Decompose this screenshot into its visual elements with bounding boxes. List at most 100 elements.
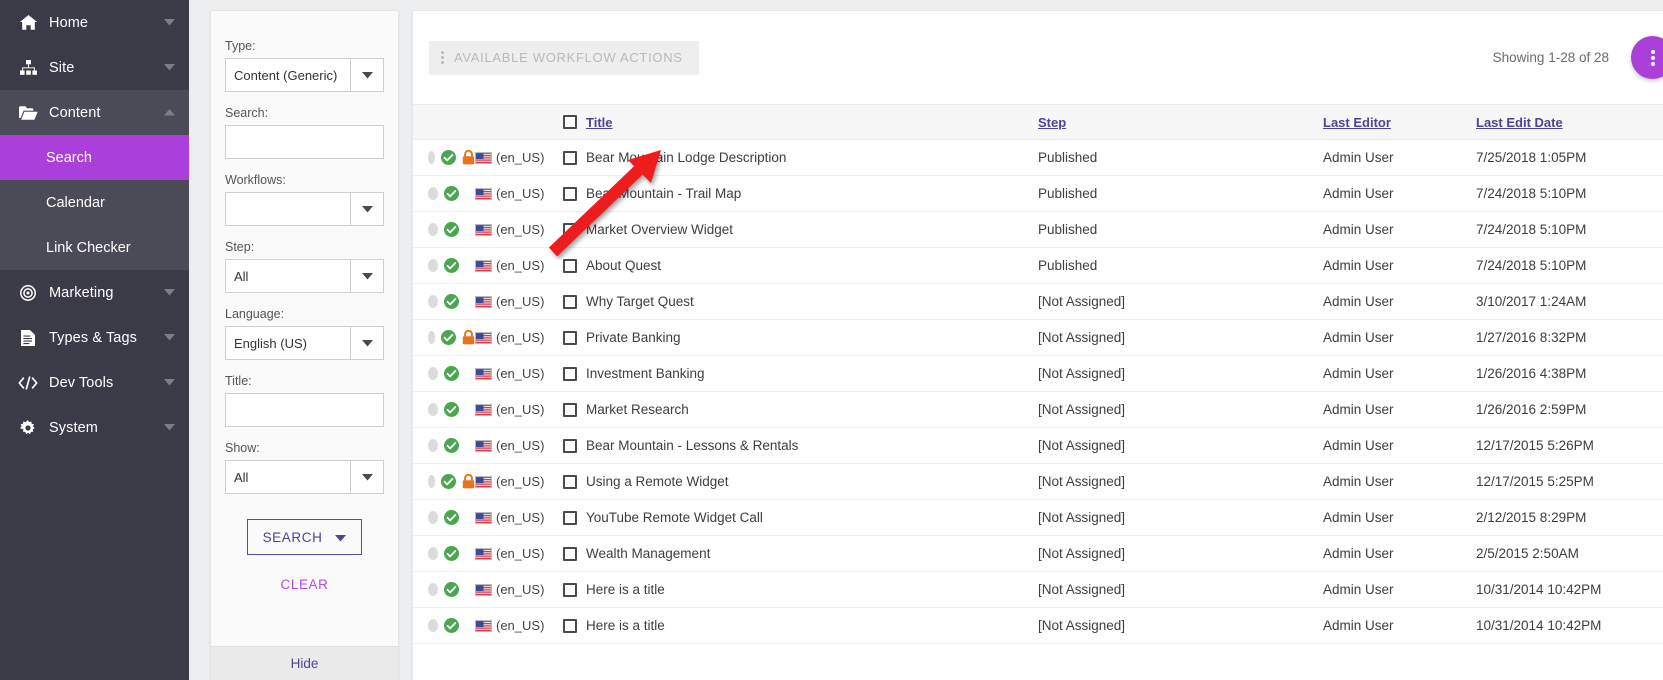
filter-type-select[interactable]: Content (Generic)	[225, 58, 384, 92]
chevron-down-icon[interactable]	[163, 287, 175, 299]
table-row[interactable]: (en_US) Wealth Management [Not Assigned] Ad…	[413, 535, 1663, 572]
row-select-checkbox[interactable]	[563, 150, 577, 165]
row-select-checkbox[interactable]	[563, 438, 577, 453]
row-select-checkbox[interactable]	[563, 402, 577, 417]
row-last-editor: Admin User	[1323, 366, 1394, 381]
row-title[interactable]: Market Overview Widget	[586, 222, 733, 237]
language-code: (en_US)	[496, 582, 545, 597]
row-title[interactable]: About Quest	[586, 258, 661, 273]
chevron-up-icon[interactable]	[163, 107, 175, 119]
table-row[interactable]: (en_US) YouTube Remote Widget Call [Not As…	[413, 499, 1663, 536]
title-input[interactable]	[225, 393, 384, 427]
row-title[interactable]: Bear Mountain - Lessons & Rentals	[586, 438, 798, 453]
chevron-down-icon[interactable]	[350, 461, 383, 493]
table-row[interactable]: (en_US) Here is a title [Not Assigned] Admi…	[413, 571, 1663, 608]
select-all-checkbox[interactable]	[563, 115, 577, 129]
table-row[interactable]: (en_US) Bear Mountain - Trail Map Publishe…	[413, 175, 1663, 212]
chevron-down-icon[interactable]	[163, 332, 175, 344]
row-select-checkbox[interactable]	[563, 582, 577, 597]
chevron-down-icon[interactable]	[163, 17, 175, 29]
chevron-down-icon[interactable]	[163, 62, 175, 74]
sidebar-item-types-tags[interactable]: Types & Tags	[0, 315, 189, 360]
row-select-checkbox[interactable]	[563, 258, 577, 273]
filter-show-select[interactable]: All	[225, 460, 384, 494]
row-select-checkbox[interactable]	[563, 186, 577, 201]
cell-step: [Not Assigned]	[1038, 463, 1323, 500]
filter-language-select[interactable]: English (US)	[225, 326, 384, 360]
row-select-checkbox[interactable]	[563, 330, 577, 345]
table-row[interactable]: (en_US) Private Banking [Not Assigned] Admi…	[413, 319, 1663, 356]
table-row[interactable]: (en_US) About Quest Published Admin User 7/2…	[413, 247, 1663, 284]
row-select-checkbox[interactable]	[563, 366, 577, 381]
row-title[interactable]: Here is a title	[586, 618, 665, 633]
filter-fields: Type: Content (Generic) Search: Workflow…	[211, 11, 398, 646]
table-row[interactable]: (en_US) Why Target Quest [Not Assigned] Adm…	[413, 283, 1663, 320]
clear-button[interactable]: CLEAR	[225, 577, 384, 592]
hide-panel-button[interactable]: Hide	[211, 646, 398, 680]
draft-status-dot	[428, 511, 438, 524]
row-select-checkbox[interactable]	[563, 222, 577, 237]
cell-status	[413, 211, 475, 248]
sort-last-edit-date-link[interactable]: Last Edit Date	[1476, 115, 1563, 130]
chevron-down-icon[interactable]	[350, 327, 383, 359]
row-title[interactable]: Why Target Quest	[586, 294, 694, 309]
row-last-edit-date: 12/17/2015 5:26PM	[1476, 438, 1594, 453]
table-row[interactable]: (en_US) Bear Mountain - Lessons & Rentals…	[413, 427, 1663, 464]
sidebar-item-marketing[interactable]: Marketing	[0, 270, 189, 315]
filter-step-select[interactable]: All	[225, 259, 384, 293]
chevron-down-icon[interactable]	[163, 377, 175, 389]
table-row[interactable]: (en_US) Investment Banking [Not Assigned] A…	[413, 355, 1663, 392]
filter-workflows-select[interactable]	[225, 192, 384, 226]
cell-last-editor: Admin User	[1323, 463, 1476, 500]
cell-status	[413, 427, 475, 464]
row-title[interactable]: Bear Mountain Lodge Description	[586, 150, 786, 165]
sidebar-item-search[interactable]: Search	[0, 135, 189, 180]
chevron-down-icon[interactable]	[350, 260, 383, 292]
draft-status-dot	[428, 151, 435, 164]
row-select-checkbox[interactable]	[563, 546, 577, 561]
sidebar-item-dev-tools[interactable]: Dev Tools	[0, 360, 189, 405]
available-workflow-actions-button[interactable]: AVAILABLE WORKFLOW ACTIONS	[429, 40, 699, 75]
cell-step: [Not Assigned]	[1038, 499, 1323, 536]
row-select-checkbox[interactable]	[563, 618, 577, 633]
language-code: (en_US)	[496, 438, 545, 453]
chevron-down-icon[interactable]	[335, 530, 347, 545]
search-input[interactable]	[225, 125, 384, 159]
cell-language: (en_US)	[475, 319, 563, 356]
row-title[interactable]: Investment Banking	[586, 366, 705, 381]
row-title[interactable]: Private Banking	[586, 330, 681, 345]
sidebar-item-calendar[interactable]: Calendar	[0, 180, 189, 225]
cell-status	[413, 175, 475, 212]
sort-step-link[interactable]: Step	[1038, 115, 1066, 130]
row-select-checkbox[interactable]	[563, 510, 577, 525]
sort-last-editor-link[interactable]: Last Editor	[1323, 115, 1391, 130]
chevron-down-icon[interactable]	[350, 59, 383, 91]
row-title[interactable]: Wealth Management	[586, 546, 710, 561]
row-last-editor: Admin User	[1323, 294, 1394, 309]
chevron-down-icon[interactable]	[350, 193, 383, 225]
chevron-down-icon[interactable]	[163, 422, 175, 434]
row-title[interactable]: Bear Mountain - Trail Map	[586, 186, 741, 201]
row-select-checkbox[interactable]	[563, 294, 577, 309]
row-title[interactable]: Market Research	[586, 402, 689, 417]
more-actions-fab[interactable]	[1631, 36, 1663, 79]
table-row[interactable]: (en_US) Market Overview Widget Published Ad…	[413, 211, 1663, 248]
sidebar-item-link-checker[interactable]: Link Checker	[0, 225, 189, 270]
table-row[interactable]: (en_US) Here is a title [Not Assigned] Admi…	[413, 607, 1663, 644]
search-button[interactable]: SEARCH	[246, 519, 363, 555]
cell-title: Using a Remote Widget	[563, 463, 1038, 500]
row-step: [Not Assigned]	[1038, 546, 1126, 561]
sidebar-item-system[interactable]: System	[0, 405, 189, 450]
table-row[interactable]: (en_US) Market Research [Not Assigned] Admi…	[413, 391, 1663, 428]
table-row[interactable]: (en_US) Using a Remote Widget [Not Assigne…	[413, 463, 1663, 500]
sidebar-item-home[interactable]: Home	[0, 0, 189, 45]
sidebar-item-content[interactable]: Content	[0, 90, 189, 135]
row-title[interactable]: Using a Remote Widget	[586, 474, 729, 489]
table-row[interactable]: (en_US) Bear Mountain Lodge Description Pu…	[413, 139, 1663, 176]
header-last-edit-date: Last Edit Date	[1476, 104, 1663, 140]
row-title[interactable]: Here is a title	[586, 582, 665, 597]
row-title[interactable]: YouTube Remote Widget Call	[586, 510, 763, 525]
row-select-checkbox[interactable]	[563, 474, 577, 489]
sidebar-item-site[interactable]: Site	[0, 45, 189, 90]
sort-title-link[interactable]: Title	[586, 115, 613, 130]
